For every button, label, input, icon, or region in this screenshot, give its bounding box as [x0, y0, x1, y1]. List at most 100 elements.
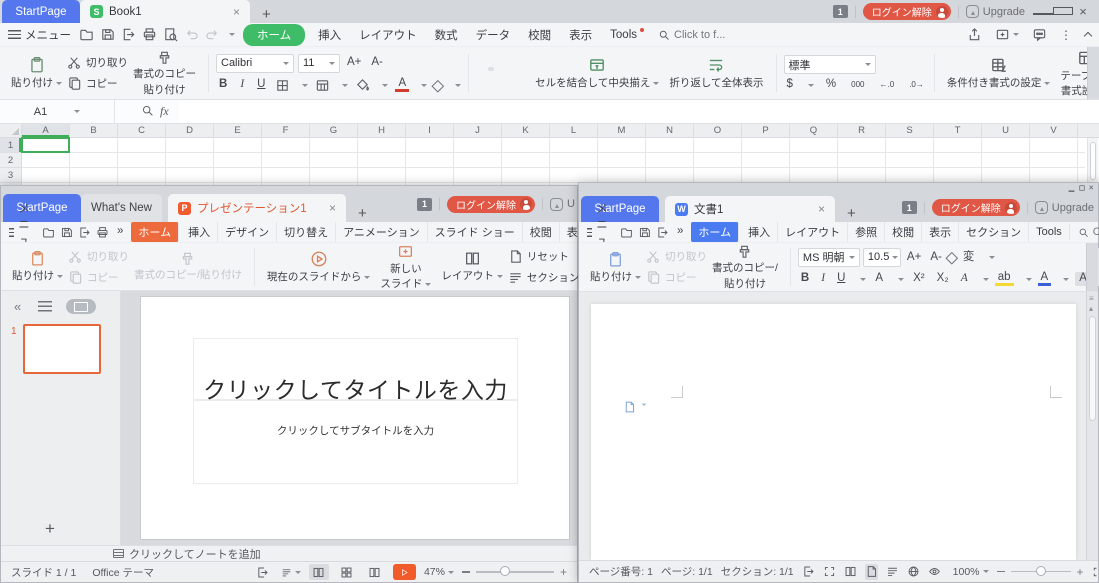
share-icon[interactable] — [967, 27, 982, 42]
zoom-level[interactable]: 47% — [424, 566, 454, 578]
cells-area[interactable] — [22, 138, 1085, 185]
close-button[interactable]: × — [1088, 183, 1093, 193]
two-page-view-icon[interactable] — [844, 564, 857, 580]
eraser-button[interactable] — [434, 81, 461, 90]
layout-button[interactable]: レイアウト — [436, 249, 508, 283]
char-border-button[interactable]: A — [872, 273, 904, 285]
writer-vertical-scrollbar[interactable]: ≡▴ — [1086, 292, 1098, 560]
column-header[interactable]: I — [406, 124, 454, 137]
more-options-icon[interactable]: ⋮ — [1060, 28, 1072, 42]
zoom-level[interactable]: 100% — [953, 566, 989, 578]
output-icon[interactable] — [121, 27, 136, 42]
decrease-font-icon[interactable]: A- — [368, 57, 386, 69]
ribbon-tab[interactable]: ホーム — [131, 222, 179, 242]
more-quickbar-icon[interactable]: » — [114, 226, 126, 238]
column-header[interactable]: G — [310, 124, 358, 137]
save-icon[interactable] — [638, 226, 651, 239]
new-window-button[interactable] — [995, 27, 1019, 42]
increase-font-icon[interactable]: A+ — [344, 57, 364, 69]
bold-button[interactable]: B — [798, 273, 812, 285]
column-header[interactable]: P — [742, 124, 790, 137]
align-left-icon[interactable] — [476, 76, 482, 80]
reading-view-icon[interactable] — [365, 564, 385, 580]
import-icon[interactable] — [802, 564, 815, 580]
column-header[interactable]: K — [502, 124, 550, 137]
sheet-logout-button[interactable]: ログイン解除 — [863, 3, 951, 20]
row-header[interactable]: 1 — [0, 138, 21, 153]
ribbon-tab[interactable]: ホーム — [243, 24, 305, 46]
writer-tab-close-icon[interactable]: × — [804, 202, 825, 216]
highlight-button[interactable]: ab — [995, 272, 1032, 287]
font-color-button[interactable]: A — [1038, 272, 1070, 287]
more-quickbar-icon[interactable]: » — [674, 226, 686, 238]
ribbon-right-strip[interactable] — [1086, 243, 1098, 291]
save-icon[interactable] — [100, 27, 115, 42]
column-header[interactable]: S — [886, 124, 934, 137]
column-header[interactable]: A — [22, 124, 70, 137]
sheet-tab-close-icon[interactable]: × — [219, 5, 240, 19]
ppt-window-count-badge[interactable]: 1 — [417, 198, 432, 211]
sheet-vertical-scrollbar[interactable] — [1087, 138, 1098, 185]
outline-view-icon[interactable] — [38, 301, 52, 312]
cut-button[interactable]: 切り取り — [646, 249, 707, 264]
number-format-select[interactable]: 標準 — [784, 55, 876, 74]
minimize-button[interactable] — [1067, 181, 1074, 195]
column-header[interactable]: Q — [790, 124, 838, 137]
paste-button[interactable]: 貼り付け — [7, 249, 68, 283]
ribbon-tab[interactable]: 数式 — [426, 25, 467, 45]
cell-style-button[interactable] — [315, 78, 348, 93]
format-painter-button[interactable]: 書式のコピー/貼り付け — [707, 243, 783, 290]
increase-font-icon[interactable]: A+ — [904, 252, 924, 264]
ppt-tab-doc[interactable]: P プレゼンテーション1 × — [168, 194, 346, 222]
notes-bar[interactable]: クリックしてノートを追加 — [1, 545, 577, 561]
decrease-decimal-button[interactable]: .0→ — [906, 81, 927, 89]
column-header[interactable]: E — [214, 124, 262, 137]
document-area[interactable]: ≡▴ — [579, 292, 1098, 560]
clear-format-icon[interactable] — [945, 252, 958, 265]
align-bottom-icon[interactable] — [500, 67, 506, 71]
page-view-icon[interactable] — [865, 564, 878, 580]
select-all-corner[interactable] — [0, 124, 22, 137]
insert-function-search-icon[interactable] — [141, 104, 154, 117]
output-icon[interactable] — [656, 226, 669, 239]
ribbon-tab[interactable]: 挿入 — [309, 25, 350, 45]
row-header[interactable]: 3 — [0, 168, 21, 183]
ribbon-tab[interactable]: Tools — [1029, 224, 1070, 240]
collapse-ribbon-icon[interactable] — [1084, 32, 1092, 40]
scrollbar-thumb[interactable] — [1089, 316, 1096, 421]
cursor-doc-icon[interactable] — [623, 400, 647, 414]
format-painter-button[interactable]: 書式のコピー貼り付け — [128, 49, 201, 96]
row-header[interactable]: 2 — [0, 153, 21, 168]
copy-button[interactable]: コピー — [646, 270, 707, 285]
zoom-in-icon[interactable]: + — [560, 565, 567, 579]
thumbnail-view-toggle[interactable] — [66, 299, 96, 314]
text-effects-button[interactable]: A — [958, 273, 989, 285]
fill-color-button[interactable] — [355, 78, 388, 93]
zoom-out-icon[interactable] — [462, 571, 470, 573]
writer-window-count-badge[interactable]: 1 — [902, 201, 917, 214]
column-header[interactable]: C — [118, 124, 166, 137]
column-header[interactable]: D — [166, 124, 214, 137]
cell-name-box[interactable]: A1 — [0, 100, 115, 123]
ribbon-tab[interactable]: 切り替え — [277, 222, 336, 242]
font-size-select[interactable]: 11 — [298, 54, 340, 73]
copy-button[interactable]: コピー — [67, 76, 128, 91]
outline-view-icon[interactable] — [886, 564, 899, 580]
fit-page-icon[interactable] — [1092, 564, 1099, 580]
column-header[interactable]: R — [838, 124, 886, 137]
undo-icon[interactable] — [184, 27, 199, 42]
currency-format-button[interactable]: $ — [784, 79, 814, 91]
ppt-tab-close-icon[interactable]: × — [315, 201, 336, 215]
slideshow-play-button[interactable] — [393, 564, 416, 580]
comma-format-button[interactable]: 000 — [848, 81, 867, 89]
ribbon-tab[interactable]: 挿入 — [741, 222, 778, 242]
ribbon-tab[interactable]: スライド ショー — [428, 222, 523, 242]
writer-search-box[interactable]: Cli... — [1078, 226, 1099, 238]
zoom-slider[interactable] — [1011, 571, 1071, 573]
ribbon-right-strip[interactable] — [1087, 47, 1099, 99]
sheet-grid[interactable]: ABCDEFGHIJKLMNOPQRSTUV 123 — [0, 124, 1099, 185]
redo-icon[interactable] — [205, 27, 220, 42]
ribbon-tab[interactable]: 表示 — [560, 25, 601, 45]
ribbon-tab[interactable]: 校閲 — [523, 222, 560, 242]
paste-button[interactable]: 貼り付け — [6, 55, 67, 90]
